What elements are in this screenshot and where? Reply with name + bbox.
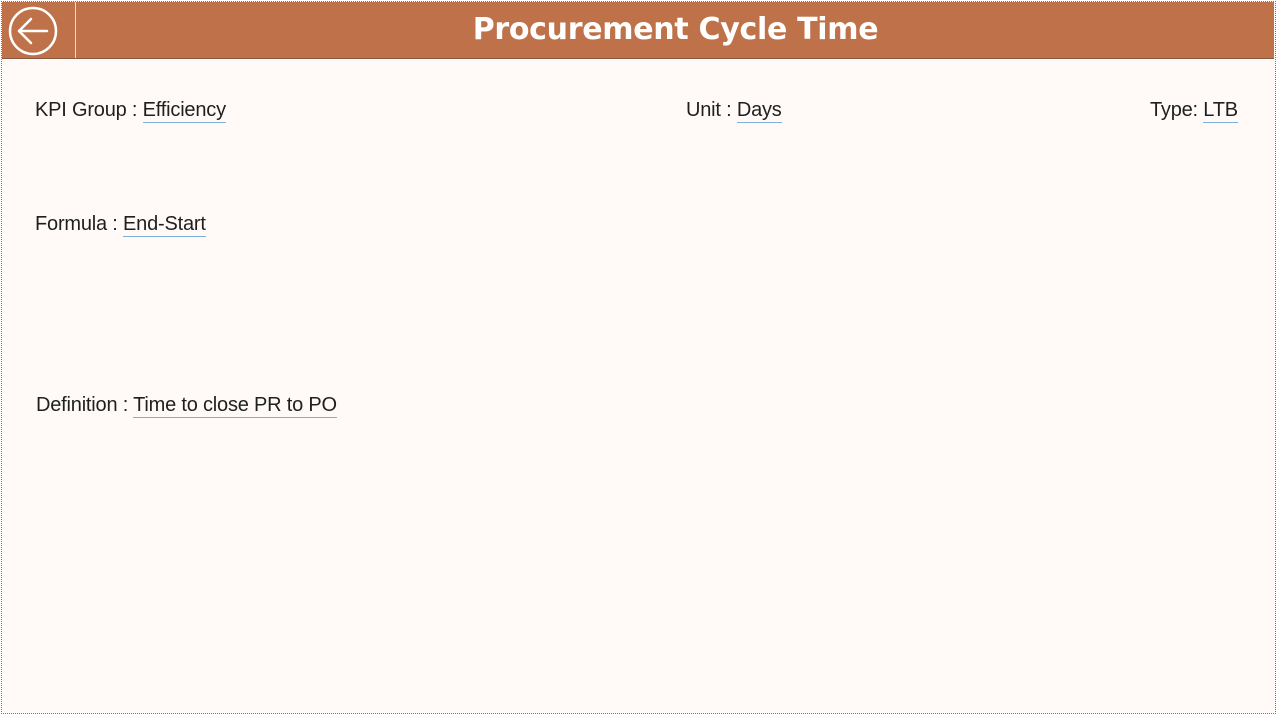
formula-value: End-Start (123, 213, 206, 237)
type-label: Type: (1150, 99, 1204, 121)
type-value: LTB (1203, 99, 1238, 123)
kpi-group-field: KPI Group : Efficiency (35, 99, 226, 123)
back-button[interactable] (2, 2, 76, 58)
unit-field: Unit : Days (686, 99, 782, 123)
kpi-group-label: KPI Group : (35, 99, 143, 121)
definition-label: Definition : (36, 394, 134, 416)
arrow-left-circle-icon (8, 6, 58, 56)
formula-field: Formula : End-Start (35, 213, 206, 237)
kpi-group-value: Efficiency (142, 99, 226, 123)
formula-label: Formula : (35, 213, 124, 235)
definition-value: Time to close PR to PO (133, 394, 337, 418)
definition-field: Definition : Time to close PR to PO (36, 394, 337, 418)
unit-value: Days (736, 99, 782, 123)
page-title: Procurement Cycle Time (472, 12, 879, 47)
type-field: Type: LTB (1150, 99, 1238, 123)
unit-label: Unit : (686, 99, 737, 121)
header-bar: Procurement Cycle Time (2, 2, 1274, 59)
